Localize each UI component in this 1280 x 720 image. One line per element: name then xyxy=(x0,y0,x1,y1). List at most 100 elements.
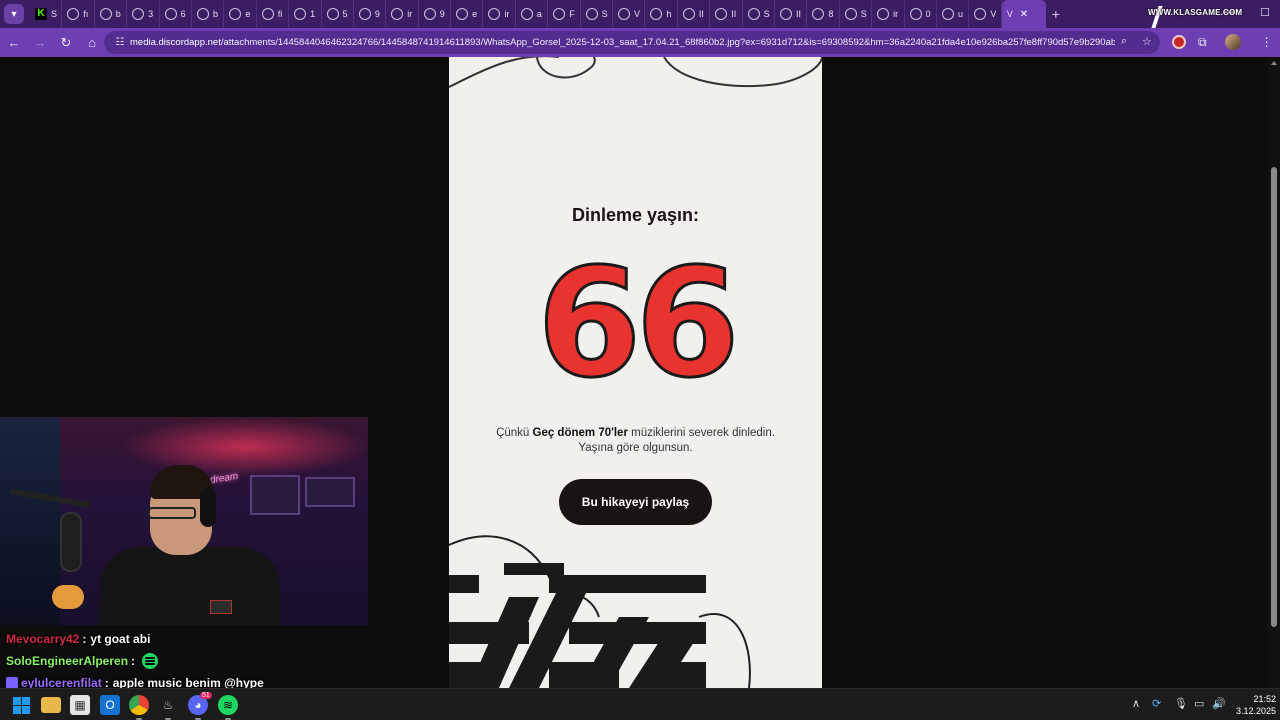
tab-6[interactable]: b xyxy=(192,0,225,28)
globe-icon xyxy=(682,8,695,20)
new-tab-button[interactable]: + xyxy=(1052,6,1060,22)
tab-18[interactable]: S xyxy=(581,0,614,28)
tab-label: 9 xyxy=(439,9,445,19)
tab-16[interactable]: a xyxy=(516,0,549,28)
tab-label: fı xyxy=(83,9,89,19)
tab-22[interactable]: II xyxy=(710,0,743,28)
globe-icon xyxy=(941,8,954,20)
chat-message: SoloEngineerAlperen: xyxy=(0,650,368,672)
tab-27[interactable]: ir xyxy=(872,0,905,28)
globe-icon xyxy=(488,8,501,20)
outlook-icon[interactable]: O xyxy=(100,695,120,715)
globe-icon xyxy=(423,8,436,20)
tab-21[interactable]: II xyxy=(678,0,711,28)
tab-label: ir xyxy=(407,9,413,19)
tab-label: II xyxy=(795,9,801,19)
site-info-icon[interactable]: ☷ xyxy=(110,37,130,48)
reload-icon[interactable]: ↻ xyxy=(54,31,78,55)
scrollbar[interactable] xyxy=(1268,57,1280,688)
volume-icon[interactable]: 🔊 xyxy=(1212,697,1226,710)
address-bar[interactable]: ☷ media.discordapp.net/attachments/14458… xyxy=(104,31,1160,54)
tab-12[interactable]: ir xyxy=(386,0,419,28)
sync-icon[interactable]: ⟳ xyxy=(1152,697,1161,710)
tab-1[interactable]: KS xyxy=(30,0,63,28)
extensions-area: ⧉ ⋮ xyxy=(1172,34,1273,50)
bookmark-star-icon[interactable]: ☆ xyxy=(1142,35,1152,48)
windows-start-icon[interactable] xyxy=(11,695,31,715)
tab-28[interactable]: 0 xyxy=(905,0,937,28)
globe-icon xyxy=(618,8,631,20)
listening-age-number: 66 xyxy=(536,237,742,411)
back-icon[interactable]: ← xyxy=(2,31,26,55)
maximize-icon[interactable]: ☐ xyxy=(1260,6,1270,19)
microphone xyxy=(60,512,82,572)
tab-26[interactable]: S xyxy=(840,0,873,28)
menu-kebab-icon[interactable]: ⋮ xyxy=(1261,35,1273,49)
tab-2[interactable]: fı xyxy=(62,0,95,28)
tab-13[interactable]: 9 xyxy=(419,0,452,28)
kick-icon: K xyxy=(35,8,47,20)
tab-label: 1 xyxy=(310,9,316,19)
tab-label: II xyxy=(731,9,737,19)
forward-icon[interactable]: → xyxy=(28,31,52,55)
file-explorer-icon[interactable] xyxy=(41,697,61,713)
chrome-icon[interactable] xyxy=(129,695,149,715)
chat-username: SoloEngineerAlperen xyxy=(6,654,129,668)
room-window xyxy=(0,417,60,625)
scrollbar-thumb[interactable] xyxy=(1271,167,1277,627)
microsoft-store-icon[interactable]: ▦ xyxy=(70,695,90,715)
microphone-icon[interactable]: 🎙 xyxy=(1174,697,1188,710)
tab-label: V xyxy=(634,9,641,19)
system-clock[interactable]: 21:52 3.12.2025 xyxy=(1228,693,1276,717)
tray-chevron-icon[interactable]: ∧ xyxy=(1132,697,1140,710)
tab-17[interactable]: F xyxy=(548,0,581,28)
tab-9[interactable]: 1 xyxy=(289,0,322,28)
tab-search-button[interactable]: ▾ xyxy=(4,4,24,24)
url-text[interactable]: media.discordapp.net/attachments/1445844… xyxy=(130,37,1115,48)
tab-25[interactable]: 8 xyxy=(807,0,840,28)
home-icon[interactable]: ⌂ xyxy=(80,31,104,55)
tab-7[interactable]: e xyxy=(224,0,257,28)
tab-label: 8 xyxy=(828,9,834,19)
webcam-overlay: dream xyxy=(0,417,368,625)
extensions-puzzle-icon[interactable]: ⧉ xyxy=(1198,35,1207,50)
globe-icon xyxy=(553,8,566,20)
close-icon[interactable]: ✕ xyxy=(1020,9,1028,20)
wall-shelf xyxy=(305,477,355,507)
tab-label: F xyxy=(569,9,575,19)
tab-30[interactable]: V xyxy=(969,0,1002,28)
tab-20[interactable]: h xyxy=(645,0,678,28)
headphones xyxy=(200,487,216,527)
spotify-icon[interactable]: ≋ xyxy=(218,695,238,715)
tab-active[interactable]: V ✕ xyxy=(1001,0,1046,28)
tab-23[interactable]: S xyxy=(743,0,775,28)
globe-icon xyxy=(520,8,533,20)
tab-14[interactable]: e xyxy=(451,0,484,28)
chat-username: Mevocarry42 xyxy=(6,632,80,646)
zoom-icon[interactable]: ⌕ xyxy=(1121,35,1127,48)
scroll-up-icon[interactable] xyxy=(1271,61,1277,65)
tab-4[interactable]: 3 xyxy=(127,0,160,28)
wall-shelf xyxy=(250,475,300,515)
tab-19[interactable]: V xyxy=(613,0,646,28)
tab-label: V xyxy=(1006,9,1013,19)
story-description: Çünkü Geç dönem 70'ler müziklerini sever… xyxy=(496,427,775,454)
globe-icon xyxy=(261,8,274,20)
tab-10[interactable]: 5 xyxy=(322,0,354,28)
tab-8[interactable]: fi xyxy=(257,0,290,28)
profile-avatar[interactable] xyxy=(1224,34,1241,50)
tab-24[interactable]: II xyxy=(775,0,808,28)
steam-icon[interactable]: ♨ xyxy=(158,695,178,715)
globe-icon xyxy=(294,8,307,20)
tab-label: ir xyxy=(893,9,899,19)
tab-label: b xyxy=(212,9,218,19)
tab-15[interactable]: ir xyxy=(483,0,516,28)
tab-label: V xyxy=(990,9,997,19)
tab-11[interactable]: 9 xyxy=(354,0,387,28)
tab-3[interactable]: b xyxy=(95,0,128,28)
display-icon[interactable]: ▭ xyxy=(1194,697,1204,710)
minimize-icon[interactable]: — xyxy=(1223,6,1234,19)
tab-5[interactable]: 6 xyxy=(160,0,192,28)
extension-icon[interactable] xyxy=(1172,35,1186,49)
tab-29[interactable]: u xyxy=(937,0,970,28)
